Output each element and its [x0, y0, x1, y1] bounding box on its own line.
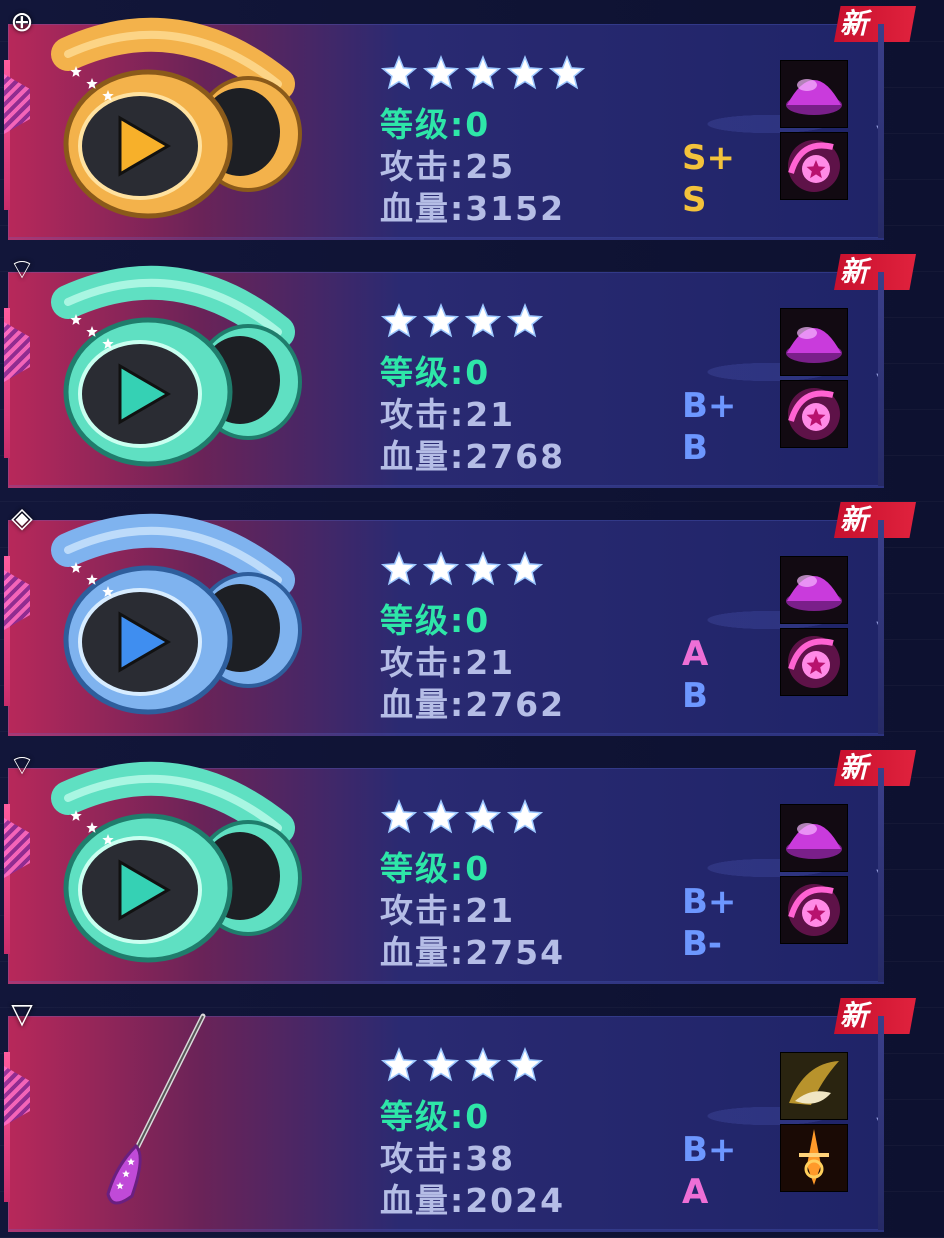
star-icon — [506, 302, 544, 338]
star-icon — [422, 798, 460, 834]
attack-grade: B+ — [682, 882, 737, 922]
equipment-card[interactable]: ▽ 等级:0 攻击:38 血量:2024 B+ A 新 ▼ — [4, 997, 916, 1232]
scroll-tick-icon: ▼ — [876, 620, 884, 631]
star-rating — [380, 302, 544, 340]
ribbon-decoration — [4, 570, 30, 630]
attack-grade: B+ — [682, 1130, 737, 1170]
equipment-list[interactable]: ⊕ 等级:0 攻击:25 血量:3152 S+ S 新 ▼ ⌔ 等级:0 攻击:… — [0, 0, 944, 1238]
ribbon-decoration — [4, 74, 30, 134]
pink-star-swirl-skill-icon[interactable] — [780, 876, 848, 944]
star-icon — [422, 1046, 460, 1082]
star-icon — [380, 54, 418, 90]
equipment-card[interactable]: ⌔ 等级:0 攻击:21 血量:2768 B+ B 新 ▼ — [4, 253, 916, 488]
scroll-tick-icon: ▼ — [876, 868, 884, 879]
star-rating — [380, 798, 544, 836]
golden-swipe-skill-icon[interactable] — [780, 1052, 848, 1120]
attack-text: 攻击:25 — [380, 147, 516, 186]
scroll-tick-icon: ▼ — [876, 372, 884, 383]
flaming-sword-skill-icon[interactable] — [780, 1124, 848, 1192]
level-text: 等级:0 — [380, 849, 491, 888]
attack-grade: B+ — [682, 386, 737, 426]
hp-grade: B — [682, 676, 708, 716]
star-icon — [380, 1046, 418, 1082]
purple-dome-skill-icon[interactable] — [780, 556, 848, 624]
ribbon-decoration — [4, 1066, 30, 1126]
equipment-card[interactable]: ◈ 等级:0 攻击:21 血量:2762 A B 新 ▼ — [4, 501, 916, 736]
equipment-card[interactable]: ⌔ 等级:0 攻击:21 血量:2754 B+ B- 新 ▼ — [4, 749, 916, 984]
star-icon — [464, 302, 502, 338]
purple-dome-skill-icon[interactable] — [780, 804, 848, 872]
pink-star-swirl-skill-icon[interactable] — [780, 380, 848, 448]
new-tag: 新 — [834, 502, 916, 538]
wand-art — [106, 1013, 206, 1205]
attack-grade: S+ — [682, 138, 735, 178]
hp-text: 血量:2768 — [380, 437, 566, 476]
hp-text: 血量:2024 — [380, 1181, 566, 1220]
star-icon — [506, 798, 544, 834]
star-icon — [422, 54, 460, 90]
new-tag: 新 — [834, 6, 916, 42]
star-icon — [380, 302, 418, 338]
headphones-art — [51, 761, 302, 963]
star-icon — [464, 1046, 502, 1082]
pink-star-swirl-skill-icon[interactable] — [780, 628, 848, 696]
purple-dome-skill-icon[interactable] — [780, 60, 848, 128]
star-rating — [380, 550, 544, 588]
attack-text: 攻击:21 — [380, 643, 516, 682]
star-icon — [464, 798, 502, 834]
ribbon-decoration — [4, 322, 30, 382]
star-icon — [464, 54, 502, 90]
new-tag: 新 — [834, 998, 916, 1034]
level-text: 等级:0 — [380, 1097, 491, 1136]
star-icon — [548, 54, 586, 90]
star-icon — [464, 550, 502, 586]
star-rating — [380, 54, 586, 92]
star-icon — [380, 798, 418, 834]
hp-grade: B- — [682, 924, 723, 964]
purple-dome-skill-icon[interactable] — [780, 308, 848, 376]
star-icon — [380, 550, 418, 586]
attack-text: 攻击:21 — [380, 395, 516, 434]
hp-grade: A — [682, 1172, 709, 1212]
hp-text: 血量:2762 — [380, 685, 566, 724]
star-rating — [380, 1046, 544, 1084]
equipment-card[interactable]: ⊕ 等级:0 攻击:25 血量:3152 S+ S 新 ▼ — [4, 5, 916, 240]
hp-text: 血量:2754 — [380, 933, 566, 972]
scroll-tick-icon: ▼ — [876, 1116, 884, 1127]
attack-text: 攻击:38 — [380, 1139, 516, 1178]
level-text: 等级:0 — [380, 105, 491, 144]
star-icon — [506, 1046, 544, 1082]
hp-text: 血量:3152 — [380, 189, 566, 228]
hp-grade: B — [682, 428, 708, 468]
level-text: 等级:0 — [380, 601, 491, 640]
star-icon — [422, 550, 460, 586]
headphones-art — [51, 265, 302, 467]
headphones-art — [51, 17, 302, 219]
hp-grade: S — [682, 180, 707, 220]
headphones-art — [51, 513, 302, 715]
attack-grade: A — [682, 634, 709, 674]
ribbon-decoration — [4, 818, 30, 878]
attack-text: 攻击:21 — [380, 891, 516, 930]
star-icon — [422, 302, 460, 338]
star-icon — [506, 54, 544, 90]
new-tag: 新 — [834, 254, 916, 290]
level-text: 等级:0 — [380, 353, 491, 392]
scroll-tick-icon: ▼ — [876, 124, 884, 135]
star-icon — [506, 550, 544, 586]
new-tag: 新 — [834, 750, 916, 786]
pink-star-swirl-skill-icon[interactable] — [780, 132, 848, 200]
